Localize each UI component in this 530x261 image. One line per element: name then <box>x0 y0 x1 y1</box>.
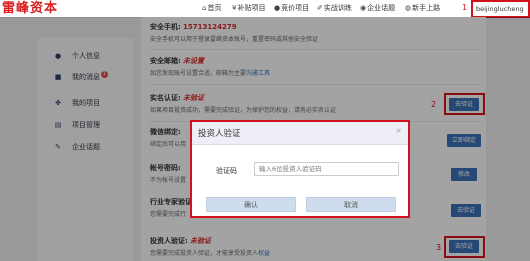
dialog-title: 投资人验证 <box>198 129 241 139</box>
nav-newbie[interactable]: ◍新手上路 <box>405 0 440 17</box>
enterprise-icon: ◉ <box>360 4 367 12</box>
nav-bid-label: 竞价项目 <box>281 4 310 12</box>
nav-enterprise-label: 企业话题 <box>367 4 396 12</box>
investor-verify-dialog: 投资人验证 × 验证码 确认 取消 <box>190 120 410 218</box>
nav-training[interactable]: ✐实战训练 <box>317 0 352 17</box>
user-menu[interactable]: beijinglucheng ▾ <box>471 0 530 27</box>
nav-training-label: 实战训练 <box>323 4 352 12</box>
subsidy-icon: ¥ <box>232 4 237 12</box>
username: beijinglucheng <box>476 5 524 13</box>
nav-subsidy[interactable]: ¥补贴项目 <box>232 0 265 17</box>
top-navbar: 雷峰资本 ⌂首页 ¥补贴项目 ●竞价项目 ✐实战训练 ◉企业话题 ◍新手上路 b… <box>0 0 530 27</box>
nav-bid[interactable]: ●竞价项目 <box>274 0 309 17</box>
cancel-button[interactable]: 取消 <box>306 197 396 212</box>
nav-subsidy-label: 补贴项目 <box>237 4 266 12</box>
nav-home-label: 首页 <box>207 4 222 12</box>
nav-enterprise[interactable]: ◉企业话题 <box>360 0 395 17</box>
confirm-button[interactable]: 确认 <box>206 197 296 212</box>
bid-icon: ● <box>274 4 281 12</box>
dialog-header: 投资人验证 × <box>192 122 408 145</box>
brand-logo[interactable]: 雷峰资本 <box>2 0 58 17</box>
training-icon: ✐ <box>317 4 323 12</box>
nav-home[interactable]: ⌂首页 <box>202 0 221 17</box>
verification-code-label: 验证码 <box>216 167 237 175</box>
nav-newbie-label: 新手上路 <box>412 4 441 12</box>
annotation-1: 1 <box>462 3 468 12</box>
close-icon[interactable]: × <box>395 126 402 135</box>
home-icon: ⌂ <box>202 4 207 12</box>
newbie-icon: ◍ <box>405 4 412 12</box>
verification-code-input[interactable] <box>254 162 399 176</box>
